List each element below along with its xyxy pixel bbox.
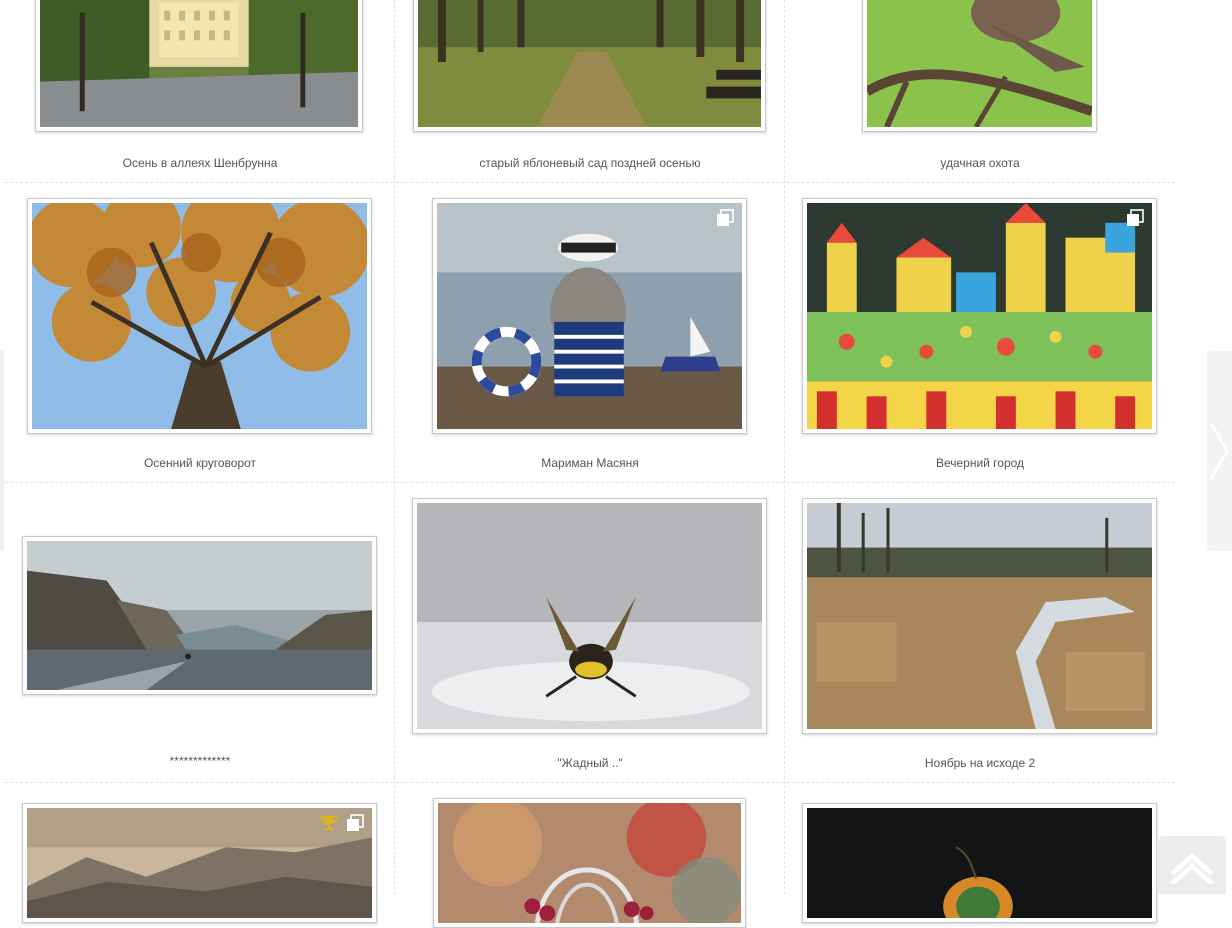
photo-thumbnail[interactable]	[27, 198, 372, 434]
photo-image	[807, 203, 1152, 429]
prev-page-tab[interactable]	[0, 350, 4, 550]
trophy-icon	[320, 814, 338, 832]
photo-thumbnail[interactable]	[22, 803, 377, 923]
photo-thumbnail[interactable]	[432, 198, 747, 434]
photo-thumbnail[interactable]	[22, 536, 377, 695]
row-divider	[5, 782, 1175, 783]
photo-image	[32, 203, 367, 429]
photo-caption[interactable]: старый яблоневый сад поздней осенью	[395, 156, 785, 170]
chevron-up-icon	[1170, 848, 1214, 889]
photo-thumbnail[interactable]	[802, 198, 1157, 434]
photo-caption[interactable]: Осенний круговорот	[5, 456, 395, 470]
photo-image	[27, 541, 372, 690]
chevron-right-icon	[1209, 421, 1229, 486]
gallery-icon	[1126, 209, 1144, 227]
photo-thumbnail[interactable]	[412, 498, 767, 734]
photo-image	[418, 0, 761, 127]
gallery-icon	[716, 209, 734, 227]
photo-image	[417, 503, 762, 729]
scroll-to-top-button[interactable]	[1158, 836, 1226, 894]
photo-image	[437, 203, 742, 429]
photo-thumbnail[interactable]	[802, 498, 1157, 734]
photo-image	[807, 503, 1152, 729]
photo-caption[interactable]: *************	[5, 754, 395, 768]
photo-thumbnail[interactable]	[862, 0, 1097, 132]
next-page-button[interactable]	[1207, 351, 1232, 551]
photo-caption[interactable]: удачная охота	[785, 156, 1175, 170]
photo-caption[interactable]: Осень в аллеях Шенбрунна	[5, 156, 395, 170]
photo-caption[interactable]: Ноябрь на исходе 2	[785, 756, 1175, 770]
photo-thumbnail[interactable]	[413, 0, 766, 132]
photo-thumbnail[interactable]	[35, 0, 363, 132]
photo-image	[807, 808, 1152, 918]
photo-thumbnail[interactable]	[433, 798, 746, 928]
photo-caption[interactable]: "Жадный .."	[395, 756, 785, 770]
row-divider	[5, 482, 1175, 483]
gallery-icon	[346, 814, 364, 832]
row-divider	[5, 182, 1175, 183]
photo-caption[interactable]: Вечерний город	[785, 456, 1175, 470]
photo-image	[27, 808, 372, 918]
photo-grid: Осень в аллеях Шенбрунна старый яблоневы…	[5, 0, 1175, 928]
photo-thumbnail[interactable]	[802, 803, 1157, 923]
photo-image	[40, 0, 358, 127]
photo-image	[867, 0, 1092, 127]
photo-caption[interactable]: Мариман Масяня	[395, 456, 785, 470]
photo-image	[438, 803, 741, 923]
